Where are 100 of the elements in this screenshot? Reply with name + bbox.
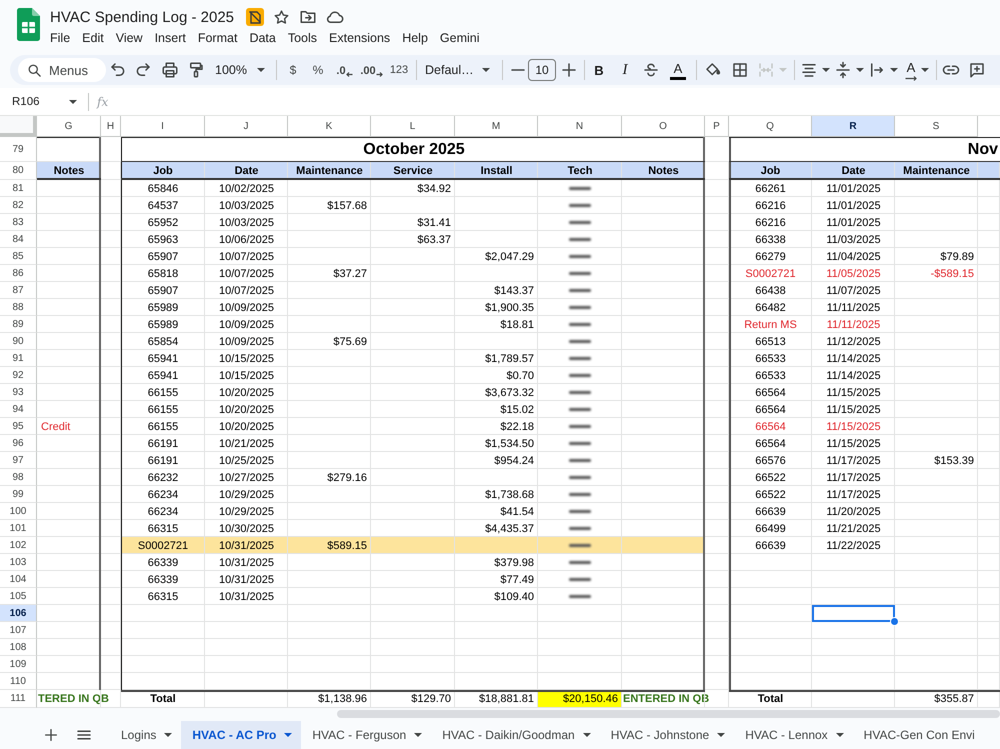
table-cell-text: 65854 [146,334,180,350]
table-cell-text: 66513 [754,334,787,350]
text-rotation-dropdown[interactable]: A [900,57,934,83]
italic-button[interactable]: I [612,57,638,83]
table-cell-text: 66339 [146,572,180,588]
redo-icon[interactable] [134,61,152,79]
menu-item[interactable]: File [50,30,70,46]
table-cell-text: 10/07/2025 [218,250,276,264]
table-cell-text: 66533 [754,368,787,384]
table-cell-text: 10/09/2025 [218,318,276,332]
font-dropdown[interactable]: Defaul… [419,57,496,83]
status-note: ENTERED IN QB [622,692,710,707]
table-cell-text: $15.02 [499,402,535,418]
font-size-field[interactable]: 10 [528,59,556,81]
plus-icon[interactable] [43,726,59,742]
table-cell-text: 11/01/2025 [825,182,882,196]
increase-decimal-button[interactable]: .00 [358,57,385,83]
table-cell-text: 66564 [754,386,787,400]
borders-icon[interactable] [731,61,749,79]
scrollbar-thumb[interactable] [337,710,1000,718]
table-cell-text: S0002721 [136,538,190,554]
undo-icon[interactable] [109,61,127,79]
crossed-document-badge-icon[interactable] [246,8,264,26]
menu-item[interactable]: Help [402,30,428,46]
sheet-tab[interactable]: HVAC - Lennox [734,720,853,748]
table-cell-text: $34.92 [416,182,452,196]
table-cell-text: 11/01/2025 [825,216,882,230]
caret-icon[interactable] [284,732,292,736]
table-cell-text: $77.49 [499,572,535,588]
caret-icon[interactable] [836,732,844,736]
menu-item[interactable]: Format [198,30,238,46]
sheet-tab[interactable]: HVAC - Johnstone [600,720,734,748]
decrease-decimal-button[interactable]: .0 [331,57,358,83]
sheet-tab[interactable]: HVAC - Daikin/Goodman [431,720,600,748]
row-number: 89 [0,316,37,333]
row-number: 92 [0,367,37,384]
table-cell-text: 11/15/2025 [825,436,882,452]
row-number: 83 [0,214,37,231]
caret-icon[interactable] [717,732,726,736]
folder-icon[interactable] [299,8,318,26]
menu-item[interactable]: Gemini [440,30,480,46]
text-wrap-icon[interactable] [868,61,886,79]
zoom-dropdown[interactable]: 100% [209,57,271,83]
table-cell-text: 66564 [754,436,787,452]
horizontal-align-icon[interactable] [800,61,818,79]
number-format-button[interactable]: 123 [385,57,413,83]
caret-icon[interactable] [582,732,591,736]
paint-roller-icon[interactable] [187,61,205,79]
strikethrough-icon[interactable] [642,61,660,79]
table-cell-text: 66576 [754,454,787,468]
star-icon[interactable] [273,8,290,26]
table-cell-text: 11/17/2025 [825,454,882,468]
table-cell-text: $2,047.29 [484,250,535,264]
menu-item[interactable]: Edit [82,30,104,46]
search-field[interactable]: Menus [18,58,106,82]
bold-button[interactable]: B [586,57,612,83]
table-cell-text: 10/09/2025 [218,334,276,350]
table-cell-text: 66338 [754,232,787,248]
table-cell-text: 10/09/2025 [218,300,276,316]
table-title: Nov [966,140,999,160]
table-cell-text: $63.37 [416,232,452,248]
column-letter: Q [729,116,812,137]
percent-button[interactable]: % [305,57,331,83]
caret-icon[interactable] [164,732,172,736]
vertical-align-icon[interactable] [834,61,852,79]
table-cell-text: 10/07/2025 [218,284,276,298]
table-cell-text: 66234 [146,504,180,520]
text-color-button[interactable]: A [664,57,692,83]
table-cell-text: 66279 [754,250,787,264]
table-cell-text: 11/11/2025 [826,300,882,316]
menu-item[interactable]: Extensions [329,30,390,46]
search-icon [27,62,42,78]
row-number: 105 [0,588,37,605]
document-title[interactable]: HVAC Spending Log - 2025 [50,8,234,26]
menu-item[interactable]: Tools [288,30,318,46]
print-icon[interactable] [160,61,178,79]
sheet-tab[interactable]: HVAC-Gen Con Envi [852,720,984,748]
fill-handle[interactable] [890,617,899,626]
add-comment-icon[interactable] [968,61,986,79]
currency-button[interactable]: $ [281,57,305,83]
color-bar-icon [670,76,686,80]
caret-icon[interactable] [414,732,422,736]
menu-item[interactable]: Insert [154,30,186,46]
sheet-tab[interactable]: Logins [110,720,182,748]
name-box[interactable]: R106 [8,90,81,112]
menu-item[interactable]: View [116,30,143,46]
menu-item[interactable]: Data [249,30,276,46]
column-letter: N [538,116,622,137]
spreadsheet-logo[interactable] [17,8,40,41]
table-cell-text: 10/02/2025 [218,182,276,196]
table-cell-text: 65818 [146,266,180,282]
table-cell-text: $379.98 [493,556,535,570]
plus-icon[interactable] [560,61,578,79]
sheet-tab[interactable]: HVAC - Ferguson [301,720,432,748]
row-number: 95 [0,418,37,435]
table-cell-text: 65907 [146,250,180,264]
table-cell-text: 10/20/2025 [218,386,276,400]
column-letter: I [121,116,205,137]
sheet-tab[interactable]: HVAC - AC Pro [181,720,302,748]
table-cell-text: 10/03/2025 [218,198,276,214]
